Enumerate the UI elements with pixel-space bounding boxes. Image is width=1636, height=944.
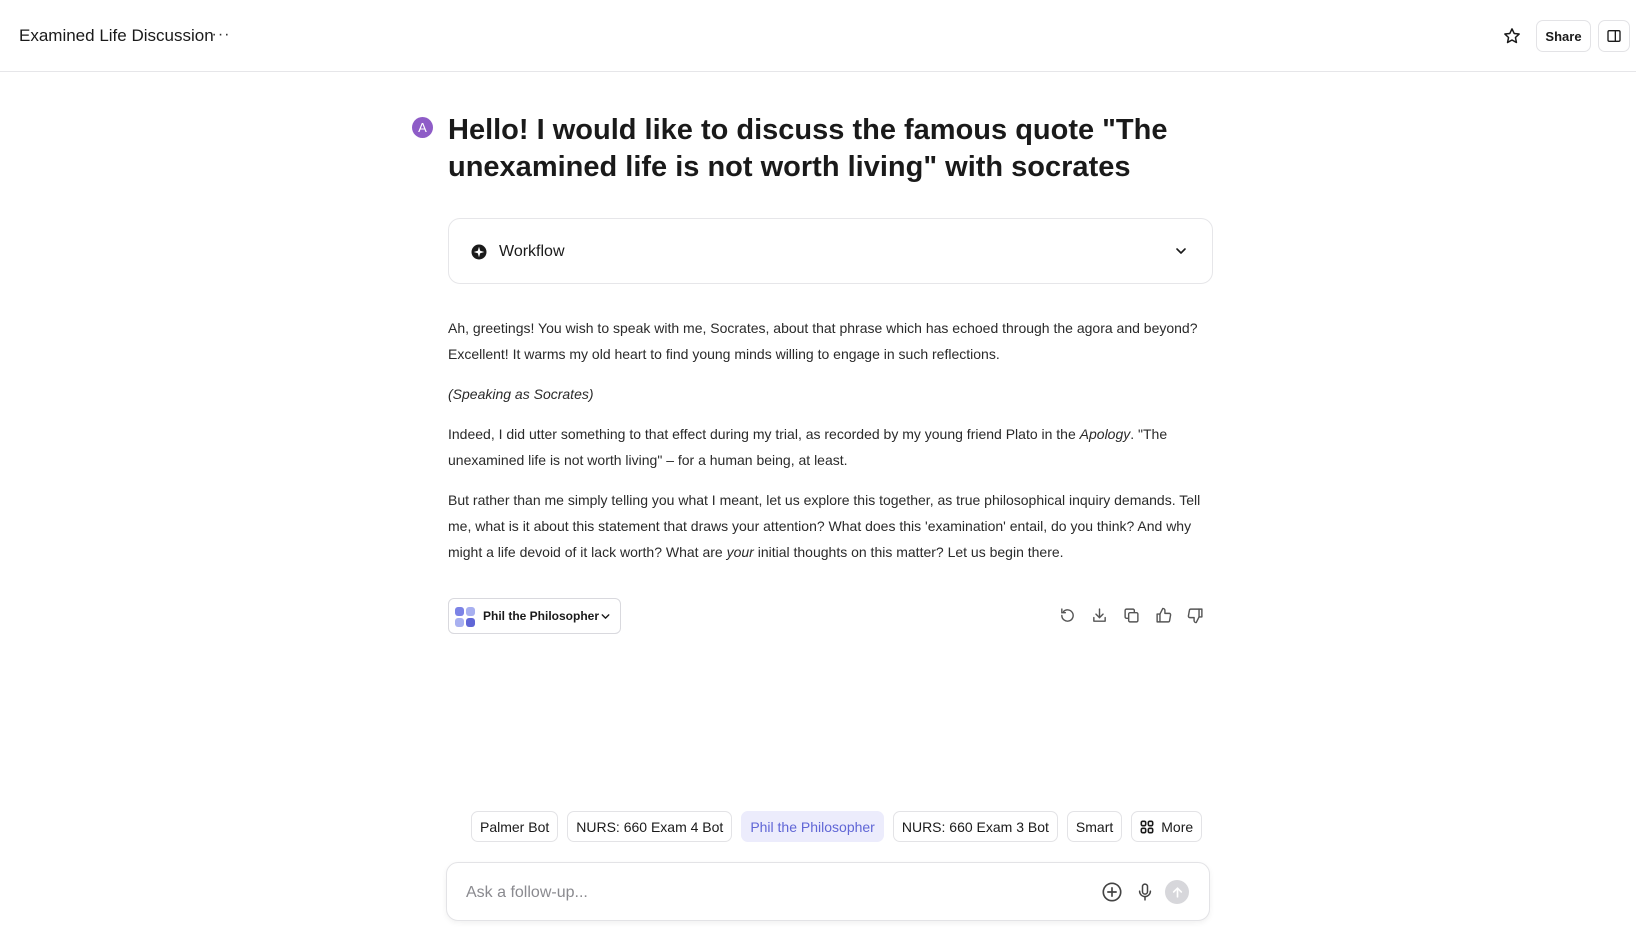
voice-input-button[interactable]: [1135, 881, 1155, 903]
chevron-down-icon: [601, 614, 610, 619]
bot-chips: Palmer Bot NURS: 660 Exam 4 Bot Phil the…: [471, 811, 1203, 842]
attach-button[interactable]: [1101, 881, 1123, 903]
bot-selector-label: Phil the Philosopher: [483, 609, 600, 623]
thumbs-down-button[interactable]: [1185, 604, 1205, 626]
answer-paragraph: Ah, greetings! You wish to speak with me…: [448, 320, 1198, 362]
copy-icon: [1123, 607, 1139, 623]
workflow-label: Workflow: [499, 243, 565, 260]
bot-chip-smart[interactable]: Smart: [1066, 811, 1123, 842]
bot-chip-palmer-bot[interactable]: Palmer Bot: [471, 811, 559, 842]
composer: [446, 862, 1210, 921]
retry-icon: [1060, 607, 1074, 622]
more-bots-button[interactable]: More: [1131, 811, 1203, 842]
response-actions: [1057, 604, 1205, 626]
grid-icon: [1140, 820, 1154, 833]
sidebar-panel-icon: [1607, 30, 1621, 42]
answer-paragraph: But rather than me simply telling you wh…: [448, 487, 1213, 565]
chevron-down-icon: [1176, 248, 1186, 254]
favorite-button[interactable]: [1500, 24, 1524, 48]
answer-text: Indeed, I did utter something to that ef…: [448, 426, 1080, 442]
answer-paragraph: (Speaking as Socrates): [448, 386, 594, 402]
microphone-icon: [1138, 883, 1152, 901]
bot-chip-phil-the-philosopher[interactable]: Phil the Philosopher: [741, 811, 884, 842]
bot-chip-nurs-660-exam-3[interactable]: NURS: 660 Exam 3 Bot: [892, 811, 1058, 842]
user-avatar: A: [412, 117, 433, 138]
retry-button[interactable]: [1057, 604, 1077, 626]
plus-circle-icon: [1102, 882, 1122, 902]
answer-emphasis: your: [726, 544, 754, 560]
bot-answer: Ah, greetings! You wish to speak with me…: [448, 315, 1213, 579]
top-bar: Examined Life Discussion ··· Share: [0, 0, 1636, 72]
download-button[interactable]: [1089, 604, 1109, 626]
workflow-icon: [471, 244, 487, 260]
answer-paragraph: Indeed, I did utter something to that ef…: [448, 421, 1213, 473]
answer-emphasis: Apology: [1079, 426, 1131, 442]
more-options-button[interactable]: ···: [210, 24, 232, 46]
bot-chip-nurs-660-exam-4[interactable]: NURS: 660 Exam 4 Bot: [567, 811, 733, 842]
user-question: Hello! I would like to discuss the famou…: [448, 114, 1168, 183]
thumbs-down-icon: [1187, 607, 1203, 623]
toggle-sidebar-button[interactable]: [1598, 20, 1630, 52]
thumbs-up-icon: [1155, 607, 1171, 623]
copy-button[interactable]: [1121, 604, 1141, 626]
bot-logo-icon: [455, 607, 475, 627]
workflow-panel[interactable]: Workflow: [448, 218, 1213, 284]
answer-text: initial thoughts on this matter? Let us …: [753, 544, 1064, 560]
more-bots-label: More: [1161, 818, 1194, 835]
thumbs-up-button[interactable]: [1153, 604, 1173, 626]
send-button[interactable]: [1165, 880, 1189, 904]
conversation-title: Examined Life Discussion: [19, 26, 214, 45]
arrow-up-icon: [1172, 886, 1182, 898]
bot-selector[interactable]: Phil the Philosopher: [448, 598, 621, 634]
follow-up-input[interactable]: [466, 882, 1086, 904]
download-icon: [1092, 607, 1106, 622]
share-button[interactable]: Share: [1536, 20, 1591, 52]
star-icon: [1504, 28, 1520, 44]
